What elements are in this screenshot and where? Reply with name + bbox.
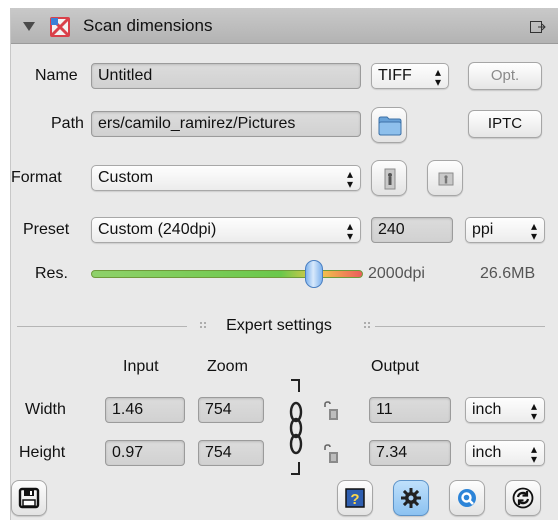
resolution-slider-knob[interactable]	[305, 260, 324, 288]
save-icon	[18, 487, 40, 509]
output-column-header: Output	[371, 358, 420, 375]
folder-icon	[378, 116, 402, 136]
select-arrows-icon: ▴ ▾	[530, 442, 537, 466]
format-value: Custom	[98, 169, 154, 186]
divider-left	[17, 326, 187, 327]
grip-right-icon	[364, 322, 370, 328]
portrait-orientation-button[interactable]	[371, 160, 407, 196]
width-label: Width	[25, 401, 66, 418]
resolution-unit-value: ppi	[472, 221, 494, 238]
file-size-readout: 26.6MB	[480, 265, 536, 282]
file-type-value: TIFF	[378, 67, 412, 84]
settings-button[interactable]	[393, 480, 429, 516]
name-field[interactable]: Untitled	[91, 63, 361, 89]
browse-folder-button[interactable]	[371, 107, 407, 143]
scan-dimensions-panel: Scan dimensions Name Untitled TIFF ▴ ▾ Op…	[10, 8, 558, 520]
height-zoom-field[interactable]: 754	[198, 440, 264, 466]
height-unit-value: inch	[472, 444, 502, 461]
gear-icon	[401, 488, 421, 508]
select-arrows-icon: ▴ ▾	[346, 167, 353, 191]
refresh-button[interactable]	[505, 480, 541, 516]
format-label: Format	[11, 169, 62, 186]
height-unit-select[interactable]: inch ▴ ▾	[465, 440, 545, 466]
path-field[interactable]: ers/camilo_ramirez/Pictures	[91, 111, 361, 137]
width-input-field[interactable]: 1.46	[105, 397, 185, 423]
format-select[interactable]: Custom ▴ ▾	[91, 165, 361, 191]
panel-title: Scan dimensions	[83, 16, 213, 35]
res-label: Res.	[35, 265, 68, 282]
zoom-column-header: Zoom	[207, 358, 248, 375]
quick-button[interactable]	[449, 480, 485, 516]
width-lock-icon[interactable]	[323, 401, 339, 421]
iptc-button[interactable]: IPTC	[468, 110, 542, 138]
height-label: Height	[19, 444, 66, 461]
detach-icon[interactable]	[530, 21, 546, 33]
height-input-field[interactable]: 0.97	[105, 440, 185, 466]
select-arrows-icon: ▴ ▾	[530, 399, 537, 423]
help-button[interactable]: ?	[337, 480, 373, 516]
select-arrows-icon: ▴ ▾	[434, 65, 441, 89]
app-icon	[50, 17, 70, 37]
width-output-field[interactable]: 11	[369, 397, 451, 423]
name-label: Name	[35, 67, 78, 84]
select-arrows-icon: ▴ ▾	[346, 219, 353, 243]
path-label: Path	[51, 115, 84, 132]
resolution-unit-select[interactable]: ppi ▴ ▾	[465, 217, 545, 243]
disclosure-triangle-icon[interactable]	[23, 22, 35, 31]
landscape-icon	[438, 172, 454, 186]
preset-select[interactable]: Custom (240dpi) ▴ ▾	[91, 217, 361, 243]
refresh-icon	[512, 487, 534, 509]
width-unit-value: inch	[472, 401, 502, 418]
link-chain-icon[interactable]	[287, 378, 309, 476]
preset-value: Custom (240dpi)	[98, 221, 217, 238]
dpi-readout: 2000dpi	[368, 265, 425, 282]
quick-icon	[458, 489, 476, 507]
input-column-header: Input	[123, 358, 159, 375]
save-preset-button[interactable]	[11, 480, 47, 516]
help-icon: ?	[345, 488, 365, 508]
panel-header[interactable]: Scan dimensions	[11, 8, 558, 44]
width-zoom-field[interactable]: 754	[198, 397, 264, 423]
divider-right	[375, 326, 545, 327]
preset-label: Preset	[23, 221, 70, 238]
svg-text:?: ?	[350, 491, 359, 508]
expert-settings-toggle[interactable]: Expert settings	[179, 314, 379, 340]
portrait-icon	[384, 168, 396, 190]
landscape-orientation-button[interactable]	[427, 160, 463, 196]
height-lock-icon[interactable]	[323, 444, 339, 464]
file-type-select[interactable]: TIFF ▴ ▾	[371, 63, 449, 89]
width-unit-select[interactable]: inch ▴ ▾	[465, 397, 545, 423]
options-button[interactable]: Opt.	[468, 62, 542, 90]
select-arrows-icon: ▴ ▾	[530, 219, 537, 243]
height-output-field[interactable]: 7.34	[369, 440, 451, 466]
ppi-field[interactable]: 240	[371, 217, 453, 243]
